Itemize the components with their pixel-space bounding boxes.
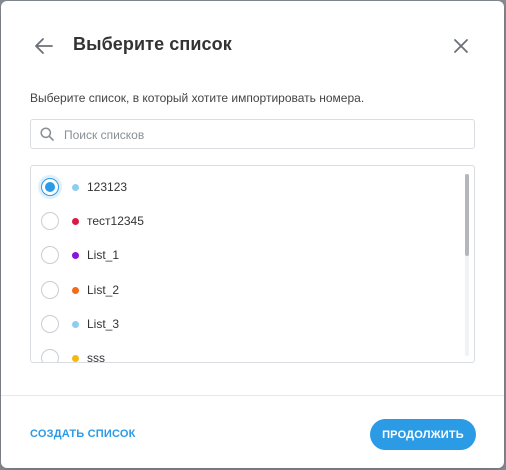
radio-checked[interactable] xyxy=(41,178,59,196)
arrow-left-icon[interactable] xyxy=(33,36,55,56)
list-item-label: 123123 xyxy=(87,180,128,194)
list-item[interactable]: 123123 xyxy=(31,169,461,203)
dialog-header: Выберите список xyxy=(1,1,504,91)
search-input[interactable] xyxy=(62,120,466,150)
list-item[interactable]: List_1 xyxy=(31,237,461,271)
continue-button[interactable]: ПРОДОЛЖИТЬ xyxy=(370,419,476,450)
list-selector: 123123 тест12345 List_1 List_2 List_3sss xyxy=(30,165,475,363)
list-item[interactable]: sss xyxy=(31,340,461,363)
list-item-label: List_3 xyxy=(87,316,120,331)
list-color-dot xyxy=(72,184,79,191)
dialog-description: Выберите список, в который хотите импорт… xyxy=(30,91,365,105)
select-list-dialog: Выберите список Выберите список, в котор… xyxy=(1,1,504,468)
list-color-dot xyxy=(72,286,79,294)
create-list-link[interactable]: СОЗДАТЬ СПИСОК xyxy=(30,428,136,440)
list-item-label: тест12345 xyxy=(87,214,144,229)
list-color-dot xyxy=(72,355,79,362)
search-box xyxy=(30,119,475,150)
radio-unchecked[interactable] xyxy=(41,246,59,265)
radio-unchecked[interactable] xyxy=(41,314,59,333)
list-item-label: List_1 xyxy=(87,248,120,263)
radio-unchecked[interactable] xyxy=(41,349,59,362)
radio-dot xyxy=(45,182,55,192)
close-icon[interactable] xyxy=(451,36,471,56)
list-item-label: sss xyxy=(87,351,105,363)
list-item-label: List_2 xyxy=(87,282,120,297)
search-icon xyxy=(40,127,54,141)
list-color-dot xyxy=(72,218,79,226)
list-color-dot xyxy=(72,320,79,328)
dialog-title: Выберите список xyxy=(73,34,232,54)
radio-unchecked[interactable] xyxy=(41,212,59,231)
list-item[interactable]: List_2 xyxy=(31,272,461,306)
radio-unchecked[interactable] xyxy=(41,280,59,299)
scrollbar-thumb[interactable] xyxy=(465,174,469,256)
list-scrollbar[interactable] xyxy=(465,174,469,356)
list-item[interactable]: List_3 xyxy=(31,306,461,340)
list-item[interactable]: тест12345 xyxy=(31,203,461,237)
list-color-dot xyxy=(72,252,79,260)
footer-divider xyxy=(1,395,504,396)
